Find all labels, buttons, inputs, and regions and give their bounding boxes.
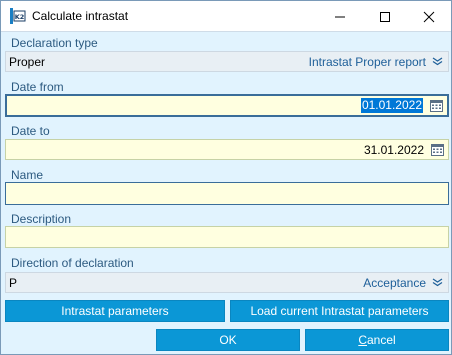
declaration-type-option: Intrastat Proper report [308, 55, 426, 69]
load-parameters-button[interactable]: Load current Intrastat parameters [230, 300, 449, 322]
close-button[interactable] [406, 1, 451, 32]
date-from-label: Date from [11, 80, 64, 94]
title-bar[interactable]: K2 Calculate intrastat [1, 1, 451, 32]
cancel-button[interactable]: Cancel [305, 329, 449, 351]
date-from-input[interactable]: 01.01.2022 [5, 94, 449, 117]
name-label: Name [11, 168, 44, 182]
maximize-icon [379, 11, 390, 22]
close-icon [423, 11, 434, 22]
description-label: Description [11, 212, 72, 226]
cancel-accelerator: C [358, 333, 367, 347]
svg-text:K2: K2 [15, 13, 25, 21]
chevron-down-icon[interactable] [432, 278, 443, 287]
direction-value: P [9, 276, 18, 290]
calendar-icon[interactable] [430, 99, 443, 112]
minimize-button[interactable] [317, 1, 362, 32]
date-to-label: Date to [11, 124, 50, 138]
ok-button[interactable]: OK [156, 329, 300, 351]
declaration-type-value: Proper [9, 55, 46, 69]
declaration-type-label: Declaration type [11, 36, 98, 50]
date-from-value: 01.01.2022 [360, 98, 423, 113]
minimize-icon [334, 16, 345, 17]
window-title: Calculate intrastat [32, 9, 129, 23]
date-to-value: 31.01.2022 [363, 143, 424, 157]
name-input[interactable] [5, 182, 449, 205]
date-to-input[interactable]: 31.01.2022 [5, 139, 449, 160]
intrastat-parameters-button[interactable]: Intrastat parameters [5, 300, 225, 322]
chevron-down-icon[interactable] [432, 57, 443, 66]
maximize-button[interactable] [362, 1, 407, 32]
dialog-window: K2 Calculate intrastat Declaration type … [0, 0, 452, 355]
direction-label: Direction of declaration [11, 256, 134, 270]
declaration-type-combo[interactable]: Proper Intrastat Proper report [5, 51, 449, 72]
direction-combo[interactable]: P Acceptance [5, 272, 449, 293]
description-input[interactable] [5, 226, 449, 248]
calendar-icon[interactable] [431, 143, 444, 156]
cancel-label-rest: ancel [366, 333, 396, 347]
direction-option: Acceptance [363, 276, 426, 290]
k2-app-icon: K2 [10, 8, 26, 24]
